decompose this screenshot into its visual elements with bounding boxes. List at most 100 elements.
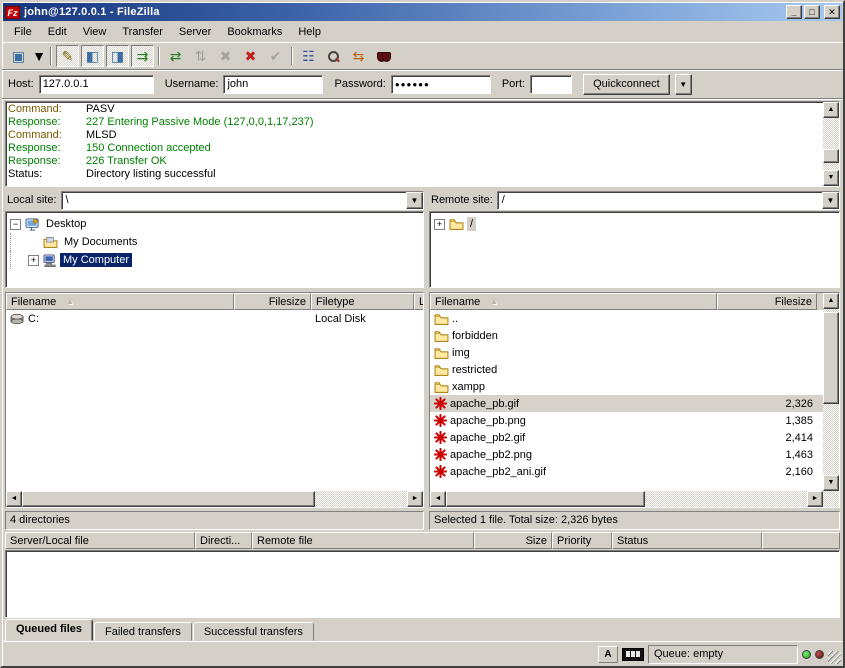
column-header-filetype[interactable]: Filetype bbox=[311, 293, 414, 310]
site-manager-dropdown-icon: ▼ bbox=[32, 49, 46, 63]
password-input[interactable] bbox=[391, 75, 491, 94]
quickconnect-dropdown-button[interactable]: ▼ bbox=[675, 74, 692, 95]
local-hscrollbar[interactable]: ◄ ► bbox=[6, 491, 423, 507]
file-row-apache-pb2-ani-gif[interactable]: apache_pb2_ani.gif2,160 bbox=[430, 463, 823, 480]
filename-filters-button[interactable]: ☷ bbox=[297, 45, 320, 67]
reconnect-button[interactable]: ✔ bbox=[264, 45, 287, 67]
column-header-filename[interactable]: Filename▲ bbox=[6, 293, 234, 310]
column-header-l[interactable]: L bbox=[414, 293, 423, 310]
encryption-indicator-icon[interactable] bbox=[622, 648, 644, 661]
toolbar: ▣▼✎◧◨⇉⇄⇅✖✖✔☷⇆ bbox=[2, 43, 843, 70]
file-row-apache-pb2-png[interactable]: apache_pb2.png1,463 bbox=[430, 446, 823, 463]
maximize-button[interactable]: □ bbox=[804, 5, 820, 19]
column-header-directi-[interactable]: Directi... bbox=[195, 532, 252, 549]
file-search-button[interactable] bbox=[322, 45, 345, 67]
column-header-priority[interactable]: Priority bbox=[552, 532, 612, 549]
remote-site-label: Remote site: bbox=[429, 194, 493, 206]
site-manager-button[interactable]: ▣ bbox=[7, 45, 30, 67]
cancel-operation-button[interactable]: ✖ bbox=[214, 45, 237, 67]
scroll-right-icon[interactable]: ► bbox=[807, 491, 823, 507]
main-split: Local site: \ ▼ −DesktopMy Documents+My … bbox=[2, 189, 843, 530]
menu-view[interactable]: View bbox=[75, 23, 115, 41]
scroll-down-icon[interactable]: ▼ bbox=[823, 170, 839, 186]
column-header-server-local-file[interactable]: Server/Local file bbox=[5, 532, 195, 549]
menu-help[interactable]: Help bbox=[290, 23, 329, 41]
file-row--[interactable]: .. bbox=[430, 310, 823, 327]
toggle-remote-tree-button[interactable]: ◨ bbox=[106, 45, 129, 67]
tree-item-desktop[interactable]: −Desktop bbox=[10, 215, 421, 233]
local-site-combobox[interactable]: \ ▼ bbox=[61, 191, 424, 210]
toggle-message-log-button[interactable]: ✎ bbox=[56, 45, 79, 67]
filezilla-app-icon[interactable]: Fz bbox=[5, 6, 20, 19]
refresh-icon: ⇄ bbox=[170, 49, 182, 63]
username-input[interactable] bbox=[223, 75, 323, 94]
remote-vscrollbar-thumb[interactable] bbox=[823, 312, 839, 403]
column-header-filesize[interactable]: Filesize bbox=[234, 293, 311, 310]
file-row-apache-pb-png[interactable]: apache_pb.png1,385 bbox=[430, 412, 823, 429]
remote-site-path: / bbox=[498, 192, 822, 209]
column-header-size[interactable]: Size bbox=[474, 532, 552, 549]
tab-queued-files[interactable]: Queued files bbox=[5, 619, 93, 641]
expand-icon[interactable]: + bbox=[28, 255, 39, 266]
log-scrollbar-thumb[interactable] bbox=[823, 149, 839, 163]
remote-vscrollbar[interactable]: ▲ ▼ bbox=[823, 293, 839, 507]
menu-file[interactable]: File bbox=[6, 23, 40, 41]
menu-transfer[interactable]: Transfer bbox=[114, 23, 171, 41]
column-header-filename[interactable]: Filename▲ bbox=[430, 293, 717, 310]
toggle-transfer-queue-button[interactable]: ⇉ bbox=[131, 45, 154, 67]
column-header-filesize[interactable]: Filesize bbox=[717, 293, 817, 310]
chevron-down-icon[interactable]: ▼ bbox=[822, 192, 839, 209]
column-header-remote-file[interactable]: Remote file bbox=[252, 532, 474, 549]
menu-edit[interactable]: Edit bbox=[40, 23, 75, 41]
expand-icon[interactable]: + bbox=[434, 219, 445, 230]
synchronized-browsing-button[interactable] bbox=[372, 45, 395, 67]
port-input[interactable] bbox=[530, 75, 572, 94]
quickconnect-button[interactable]: Quickconnect bbox=[583, 74, 670, 95]
close-button[interactable]: ✕ bbox=[824, 5, 840, 19]
log-scrollbar[interactable]: ▲ ▼ bbox=[823, 102, 839, 186]
menu-bookmarks[interactable]: Bookmarks bbox=[219, 23, 290, 41]
remote-hscrollbar[interactable]: ◄ ► bbox=[430, 491, 823, 507]
menu-server[interactable]: Server bbox=[171, 23, 219, 41]
scroll-right-icon[interactable]: ► bbox=[407, 491, 423, 507]
remote-hscrollbar-thumb[interactable] bbox=[446, 491, 645, 507]
toggle-local-tree-button[interactable]: ◧ bbox=[81, 45, 104, 67]
file-row-forbidden[interactable]: forbidden bbox=[430, 327, 823, 344]
file-row-restricted[interactable]: restricted bbox=[430, 361, 823, 378]
file-row-img[interactable]: img bbox=[430, 344, 823, 361]
file-row-apache-pb2-gif[interactable]: apache_pb2.gif2,414 bbox=[430, 429, 823, 446]
toolbar-separator bbox=[158, 47, 160, 65]
scroll-left-icon[interactable]: ◄ bbox=[430, 491, 446, 507]
tree-item-my-documents[interactable]: My Documents bbox=[10, 233, 421, 251]
file-row-xampp[interactable]: xampp bbox=[430, 378, 823, 395]
local-pane: Local site: \ ▼ −DesktopMy Documents+My … bbox=[5, 189, 424, 530]
window-title: john@127.0.0.1 - FileZilla bbox=[24, 6, 784, 18]
column-header-blank[interactable] bbox=[762, 532, 840, 549]
minimize-button[interactable]: _ bbox=[786, 5, 802, 19]
process-queue-button[interactable]: ⇅ bbox=[189, 45, 212, 67]
file-row-apache-pb-gif[interactable]: apache_pb.gif2,326 bbox=[430, 395, 823, 412]
chevron-down-icon[interactable]: ▼ bbox=[406, 192, 423, 209]
refresh-button[interactable]: ⇄ bbox=[164, 45, 187, 67]
remote-site-combobox[interactable]: / ▼ bbox=[497, 191, 840, 210]
filetype-text: Local Disk bbox=[311, 313, 414, 325]
tab-failed-transfers[interactable]: Failed transfers bbox=[94, 622, 192, 641]
scroll-up-icon[interactable]: ▲ bbox=[823, 102, 839, 118]
file-row-c-[interactable]: C:Local Disk bbox=[6, 310, 423, 327]
scroll-left-icon[interactable]: ◄ bbox=[6, 491, 22, 507]
local-hscrollbar-thumb[interactable] bbox=[22, 491, 315, 507]
directory-comparison-button[interactable]: ⇆ bbox=[347, 45, 370, 67]
resize-grip[interactable] bbox=[828, 651, 841, 664]
site-manager-dropdown-button[interactable]: ▼ bbox=[32, 45, 46, 67]
toggle-message-log-icon: ✎ bbox=[62, 49, 74, 63]
column-header-status[interactable]: Status bbox=[612, 532, 762, 549]
scroll-up-icon[interactable]: ▲ bbox=[823, 293, 839, 309]
transfer-type-indicator-icon[interactable]: A bbox=[598, 646, 618, 663]
tree-item-my-computer[interactable]: +My Computer bbox=[10, 251, 421, 269]
disconnect-button[interactable]: ✖ bbox=[239, 45, 262, 67]
collapse-icon[interactable]: − bbox=[10, 219, 21, 230]
tab-successful-transfers[interactable]: Successful transfers bbox=[193, 622, 314, 641]
tree-item--[interactable]: +/ bbox=[434, 215, 837, 233]
host-input[interactable] bbox=[39, 75, 154, 94]
scroll-down-icon[interactable]: ▼ bbox=[823, 475, 839, 491]
